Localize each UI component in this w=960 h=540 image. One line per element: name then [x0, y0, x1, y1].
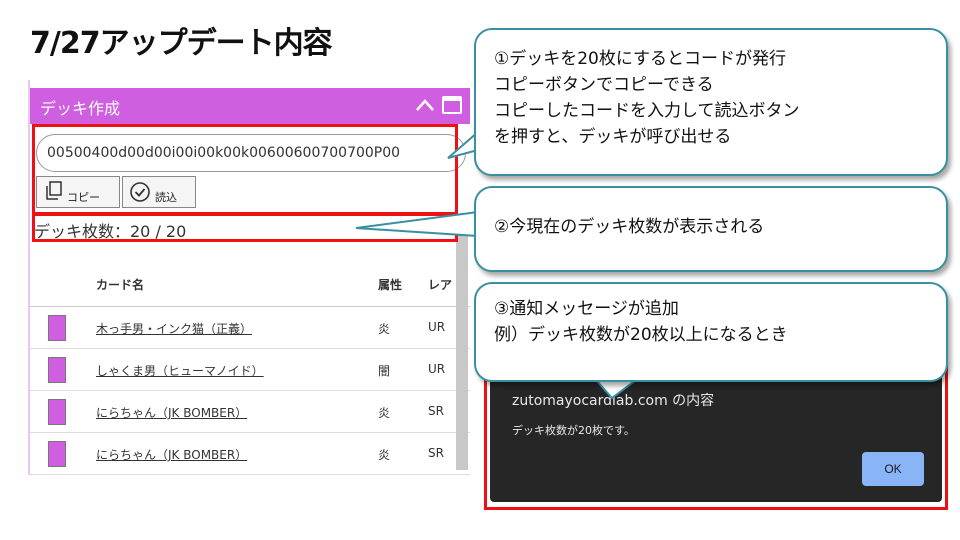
callout-line: を押すと、デッキが呼び出せる: [494, 127, 732, 147]
table-row[interactable]: にらちゃん（JK BOMBER） 炎 SR: [30, 432, 470, 475]
callout-line: ③通知メッセージが追加: [494, 299, 679, 319]
header-attribute: 属性: [378, 278, 403, 292]
panel-header[interactable]: デッキ作成: [30, 88, 470, 124]
callout-notification: ③通知メッセージが追加 例）デッキ枚数が20枚以上になるとき: [474, 282, 948, 382]
callout-deck-count: ②今現在のデッキ枚数が表示される: [474, 186, 948, 272]
scrollbar[interactable]: [456, 220, 468, 470]
callout-line: ①デッキを20枚にするとコードが発行: [494, 49, 787, 69]
card-thumbnail[interactable]: [48, 357, 66, 383]
card-rarity: SR: [428, 446, 444, 460]
card-attribute: 炎: [378, 448, 391, 462]
card-rarity: UR: [428, 320, 446, 334]
highlight-deck-count: [32, 212, 458, 242]
callout-code-info: ①デッキを20枚にするとコードが発行 コピーボタンでコピーできる コピーしたコー…: [474, 28, 948, 176]
card-attribute: 炎: [378, 322, 391, 336]
callout-line: ②今現在のデッキ枚数が表示される: [494, 217, 765, 237]
callout-line: コピーボタンでコピーできる: [494, 75, 714, 95]
chevron-up-icon[interactable]: [414, 94, 436, 116]
card-thumbnail[interactable]: [48, 441, 66, 467]
card-name-link[interactable]: 木っ手男・インク猫（正義）: [96, 320, 252, 337]
table-row[interactable]: しゃくま男（ヒューマノイド） 闇 UR: [30, 348, 470, 391]
header-rarity: レア: [428, 278, 453, 292]
window-icon[interactable]: [442, 96, 462, 114]
card-attribute: 炎: [378, 406, 391, 420]
callout-line: コピーしたコードを入力して読込ボタン: [494, 101, 800, 121]
table-row[interactable]: にらちゃん（JK BOMBER） 炎 SR: [30, 390, 470, 433]
card-name-link[interactable]: にらちゃん（JK BOMBER）: [96, 446, 247, 463]
card-name-link[interactable]: にらちゃん（JK BOMBER）: [96, 404, 247, 421]
card-name-link[interactable]: しゃくま男（ヒューマノイド）: [96, 362, 264, 379]
card-thumbnail[interactable]: [48, 399, 66, 425]
card-rarity: UR: [428, 362, 446, 376]
table-row[interactable]: 木っ手男・インク猫（正義） 炎 UR: [30, 306, 470, 349]
header-card-name: カード名: [96, 278, 145, 292]
callout-line: 例）デッキ枚数が20枚以上になるとき: [494, 325, 788, 345]
table-header: カード名 属性 レア: [30, 260, 470, 307]
card-attribute: 闇: [378, 364, 391, 378]
card-rarity: SR: [428, 404, 444, 418]
panel-title: デッキ作成: [40, 99, 121, 118]
page-title: 7/27アップデート内容: [30, 26, 333, 61]
highlight-code-area: [32, 124, 458, 216]
card-thumbnail[interactable]: [48, 315, 66, 341]
